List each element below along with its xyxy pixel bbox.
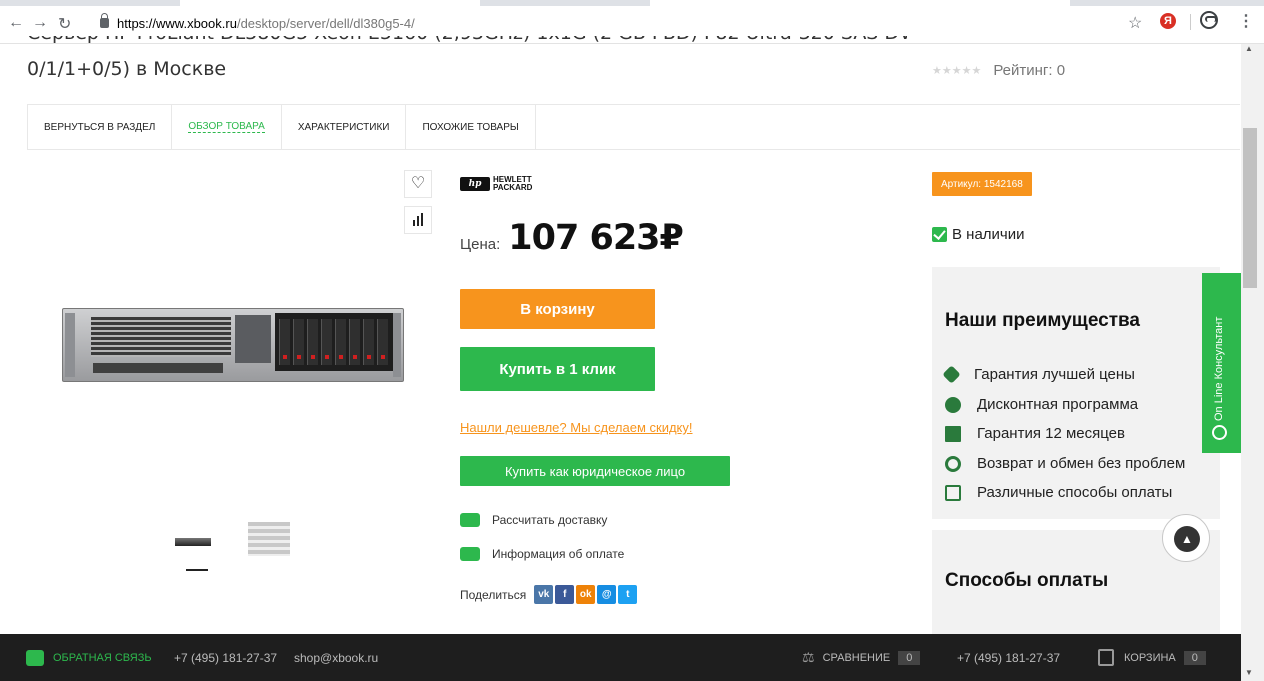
back-icon[interactable]: ← (8, 14, 24, 32)
compare-link[interactable]: ⚖ СРАВНЕНИЕ 0 (802, 634, 921, 681)
address-bar[interactable]: https://www.xbook.ru/desktop/server/dell… (100, 12, 1160, 34)
callback-link[interactable]: ОБРАТНАЯ СВЯЗЬ (26, 634, 152, 681)
product-title: 0/1/1+0/5) в Москве (27, 58, 227, 80)
checkbox-check-icon (932, 227, 947, 242)
product-tabs: Вернуться в раздел Обзор товара Характер… (27, 104, 1240, 150)
stock-label: В наличии (952, 226, 1025, 243)
rating-label: Рейтинг: 0 (993, 62, 1066, 79)
advantage-item: Гарантия лучшей цены (942, 365, 1135, 384)
browser-tabstrip (0, 0, 1264, 6)
more-menu-icon[interactable]: ⋮ (1238, 11, 1254, 31)
advantages-title: Наши преимущества (945, 310, 1141, 331)
scales-icon: ⚖ (802, 649, 815, 665)
toolbar-divider (1190, 14, 1191, 30)
price-tag-icon (942, 365, 961, 384)
product-image[interactable] (62, 308, 404, 382)
advantage-item: Гарантия 12 месяцев (945, 425, 1125, 442)
forward-icon[interactable]: → (32, 14, 48, 32)
vk-icon[interactable]: vk (534, 585, 554, 604)
advantage-item: Возврат и обмен без проблем (945, 455, 1185, 472)
compare-bars-icon[interactable] (404, 206, 432, 234)
bookmark-star-icon[interactable]: ☆ (1128, 13, 1142, 33)
yandex-extension-icon[interactable]: Я (1160, 13, 1176, 29)
shopping-bag-icon (1098, 649, 1114, 666)
tab-overview[interactable]: Обзор товара (172, 105, 282, 149)
lock-icon (100, 13, 109, 28)
thumbnail-active-indicator (186, 569, 208, 571)
advantage-item: Дисконтная программа (945, 396, 1138, 413)
wallet-icon (945, 484, 961, 501)
gallery-thumbnail-1[interactable] (175, 538, 211, 546)
product-title-clipped: Сервер HP ProLiant DL380G5 Xeon E5160 (2… (27, 36, 907, 44)
sticky-footer-bar: ОБРАТНАЯ СВЯЗЬ +7 (495) 181-27-37 shop@x… (0, 634, 1241, 681)
refresh-exchange-icon (945, 455, 961, 472)
found-cheaper-link[interactable]: Нашли дешевле? Мы сделаем скидку! (460, 420, 693, 435)
callback-label: ОБРАТНАЯ СВЯЗЬ (53, 651, 152, 664)
scroll-down-arrow-icon[interactable]: ▼ (1245, 668, 1253, 677)
footer-phone[interactable]: +7 (495) 181-27-37 (174, 634, 277, 681)
compare-label: СРАВНЕНИЕ (822, 651, 891, 664)
payment-info-link[interactable]: Информация об оплате (460, 547, 624, 561)
hp-logo-icon: hp (460, 177, 490, 191)
footer-phone-2[interactable]: +7 (495) 181-27-37 (957, 634, 1060, 681)
footer-email[interactable]: shop@xbook.ru (294, 634, 378, 681)
arrow-up-icon: ▲ (1174, 526, 1200, 552)
stock-status: В наличии (932, 226, 1025, 243)
share-row: Поделиться vk f ok @ t (460, 585, 639, 604)
scrollbar-thumb[interactable] (1243, 128, 1257, 288)
favorite-heart-icon[interactable]: ♡ (404, 170, 432, 198)
delivery-truck-icon (460, 513, 480, 527)
advantage-item: Различные способы оплаты (945, 484, 1172, 501)
rating-stars-icon[interactable]: ★★★★★ (932, 64, 981, 77)
price-value: 107 623₽ (508, 218, 684, 258)
price: Цена: 107 623₽ (460, 218, 684, 258)
account-icon[interactable] (1200, 11, 1218, 29)
payment-methods-title: Способы оплаты (945, 570, 1109, 591)
odnoklassniki-icon[interactable]: ok (576, 585, 596, 604)
cart-label: КОРЗИНА (1124, 651, 1176, 664)
share-label: Поделиться (460, 587, 527, 602)
cart-link[interactable]: КОРЗИНА 0 (1098, 634, 1206, 681)
tab-similar-products[interactable]: Похожие товары (406, 105, 536, 149)
discount-percent-icon (945, 396, 961, 413)
payment-info-label: Информация об оплате (492, 547, 625, 561)
tab-specifications[interactable]: Характеристики (282, 105, 407, 149)
delivery-calc-label: Рассчитать доставку (492, 513, 608, 527)
gallery-thumbnail-2[interactable] (248, 522, 290, 556)
moimir-icon[interactable]: @ (597, 585, 617, 604)
url-path: /desktop/server/dell/dl380g5-4/ (236, 15, 415, 31)
tab-back-to-section[interactable]: Вернуться в раздел (27, 105, 173, 149)
warranty-document-icon (945, 425, 961, 442)
url-host: https://www.xbook.ru (117, 15, 237, 31)
product-rating: ★★★★★ Рейтинг: 0 (932, 62, 1065, 79)
reload-icon[interactable]: ↻ (58, 14, 71, 34)
buy-as-legal-entity-button[interactable]: Купить как юридическое лицо (460, 456, 730, 486)
scroll-up-arrow-icon[interactable]: ▲ (1245, 44, 1253, 53)
sku-badge: Артикул: 1542168 (932, 172, 1032, 196)
brand-line2: PACKARD (493, 183, 533, 192)
advantages-panel (932, 267, 1220, 519)
buy-one-click-button[interactable]: Купить в 1 клик (460, 347, 655, 391)
brand-logo[interactable]: hp HEWLETT PACKARD (460, 176, 532, 192)
delivery-calc-link[interactable]: Рассчитать доставку (460, 513, 607, 527)
online-consultant-label: On Line Консультант (1213, 316, 1225, 421)
add-to-cart-button[interactable]: В корзину (460, 289, 655, 329)
phone-chat-icon (26, 649, 44, 666)
facebook-icon[interactable]: f (555, 585, 575, 604)
price-label: Цена: (460, 236, 501, 253)
compare-count: 0 (898, 650, 921, 665)
payment-money-icon (460, 547, 480, 561)
twitter-icon[interactable]: t (618, 585, 638, 604)
scroll-to-top-button[interactable]: ▲ (1162, 514, 1210, 562)
cart-count: 0 (1183, 650, 1206, 665)
chat-bubble-icon[interactable] (1212, 425, 1227, 440)
